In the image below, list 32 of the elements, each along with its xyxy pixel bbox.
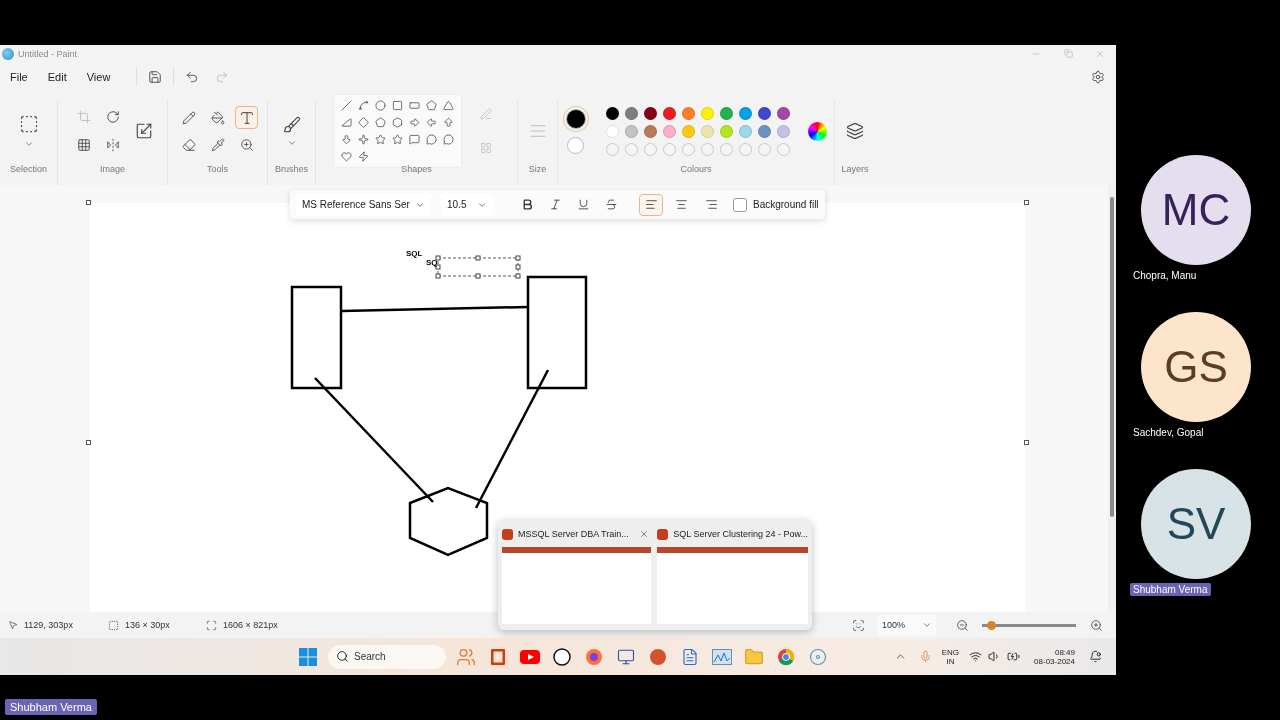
- participant-avatar: MC: [1141, 155, 1251, 265]
- group-label: Shapes: [401, 164, 432, 174]
- window-title: Untitled - Paint: [18, 48, 79, 59]
- group-label: Brushes: [275, 164, 308, 174]
- group-label: Colours: [680, 164, 712, 174]
- group-label: Tools: [207, 164, 228, 174]
- selection-size: 136 × 30px: [125, 620, 170, 630]
- participant-name: Sachdev, Gopal: [1132, 426, 1205, 439]
- group-label: Size: [528, 164, 547, 174]
- canvas-text: SQL: [406, 249, 423, 258]
- zoom-dropdown[interactable]: 100%: [878, 615, 936, 635]
- menu-item[interactable]: File: [10, 71, 36, 83]
- thumbnail-title: SQL Server Clustering 24 - Pow...: [673, 529, 808, 539]
- font-dropdown[interactable]: MS Reference Sans Ser: [296, 193, 431, 216]
- group-label: Layers: [841, 164, 869, 174]
- participant-name: Shubham Verma: [1130, 583, 1211, 596]
- participant-avatar: SV: [1141, 469, 1251, 579]
- menu-item[interactable]: View: [86, 71, 119, 83]
- thumbnail-title: MSSQL Server DBA Train...: [518, 529, 630, 539]
- search-field[interactable]: Search: [328, 644, 446, 669]
- presenter-name-tag: Shubham Verma: [5, 698, 97, 715]
- cursor-position: 1129, 303px: [24, 620, 73, 630]
- menu-item[interactable]: Edit: [47, 71, 75, 83]
- participant-avatar: GS: [1141, 312, 1251, 422]
- participant-name: Chopra, Manu: [1132, 269, 1198, 282]
- group-label: Selection: [10, 164, 47, 174]
- input-language[interactable]: ENG IN: [941, 647, 960, 666]
- group-label: Image: [100, 164, 125, 174]
- canvas-size: 1606 × 821px: [223, 620, 278, 630]
- clock[interactable]: 08:49 08-03-2024: [1034, 647, 1075, 666]
- font-size-dropdown[interactable]: 10.5: [441, 193, 493, 216]
- canvas-text: SQ: [426, 258, 438, 267]
